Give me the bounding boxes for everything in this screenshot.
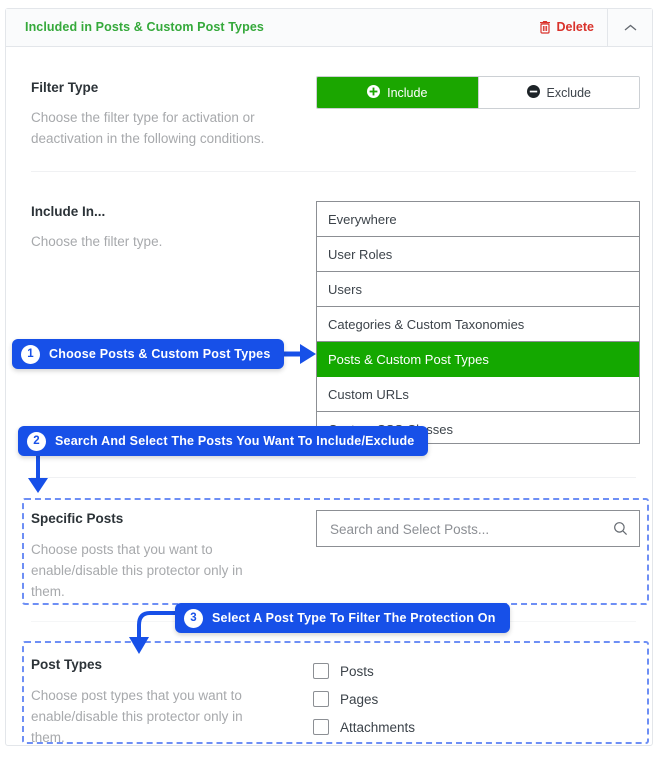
chevron-up-icon (624, 19, 637, 37)
magnifier-icon (613, 521, 628, 541)
list-item-custom-urls[interactable]: Custom URLs (317, 377, 639, 412)
include-in-label: Include In... (31, 204, 106, 219)
divider-1 (31, 171, 636, 172)
checkbox-row-attachments[interactable]: Attachments (313, 713, 415, 741)
filter-type-label: Filter Type (31, 80, 99, 95)
checkbox-posts[interactable] (313, 663, 329, 679)
delete-label: Delete (556, 20, 594, 34)
callout-1-text: Choose Posts & Custom Post Types (49, 347, 271, 361)
include-in-description: Choose the filter type. (31, 234, 163, 249)
filter-type-description: Choose the filter type for activation or… (31, 110, 265, 146)
list-item-user-roles[interactable]: User Roles (317, 237, 639, 272)
callout-2-number: 2 (27, 431, 46, 451)
list-item-categories-custom-taxonomies[interactable]: Categories & Custom Taxonomies (317, 307, 639, 342)
checkbox-label-pages: Pages (340, 691, 379, 707)
minus-circle-icon (526, 84, 540, 101)
search-input[interactable] (328, 511, 602, 548)
checkbox-attachments[interactable] (313, 719, 329, 735)
header-divider (607, 9, 608, 46)
post-types-checkbox-group: Posts Pages Attachments (313, 657, 415, 741)
list-item-users[interactable]: Users (317, 272, 639, 307)
callout-2-text: Search And Select The Posts You Want To … (55, 434, 415, 448)
divider-2 (31, 477, 636, 478)
search-posts-field[interactable] (316, 510, 640, 548)
list-item-everywhere[interactable]: Everywhere (317, 202, 639, 237)
include-button[interactable]: Include (317, 77, 478, 108)
plus-circle-icon (367, 84, 381, 101)
callout-1-number: 1 (21, 344, 40, 364)
collapse-toggle-button[interactable] (616, 18, 644, 38)
callout-3-text: Select A Post Type To Filter The Protect… (212, 611, 496, 625)
include-label: Include (387, 85, 428, 100)
checkbox-pages[interactable] (313, 691, 329, 707)
post-types-label: Post Types (31, 657, 103, 672)
filter-type-segmented-control: Include Exclude (316, 76, 640, 109)
panel-header: Included in Posts & Custom Post Types De… (6, 9, 652, 47)
page-title: Included in Posts & Custom Post Types (25, 20, 264, 34)
delete-button[interactable]: Delete (539, 20, 594, 34)
specific-posts-label: Specific Posts (31, 511, 124, 526)
callout-2-arrow (28, 450, 48, 493)
exclude-button[interactable]: Exclude (477, 77, 639, 108)
specific-posts-description: Choose posts that you want to enable/dis… (31, 542, 243, 599)
callout-2: 2 Search And Select The Posts You Want T… (18, 426, 429, 456)
checkbox-row-posts[interactable]: Posts (313, 657, 415, 685)
filter-panel: Included in Posts & Custom Post Types De… (5, 8, 653, 746)
list-item-posts-custom-post-types[interactable]: Posts & Custom Post Types (317, 342, 639, 377)
include-in-listbox[interactable]: Everywhere User Roles Users Categories &… (316, 201, 640, 444)
callout-1: 1 Choose Posts & Custom Post Types (12, 339, 285, 369)
callout-3-number: 3 (184, 608, 203, 628)
checkbox-label-posts: Posts (340, 663, 374, 679)
exclude-label: Exclude (546, 85, 591, 100)
checkbox-label-attachments: Attachments (340, 719, 416, 735)
post-types-description: Choose post types that you want to enabl… (31, 688, 243, 745)
callout-3: 3 Select A Post Type To Filter The Prote… (175, 603, 510, 633)
trash-icon (539, 20, 551, 34)
checkbox-row-pages[interactable]: Pages (313, 685, 415, 713)
